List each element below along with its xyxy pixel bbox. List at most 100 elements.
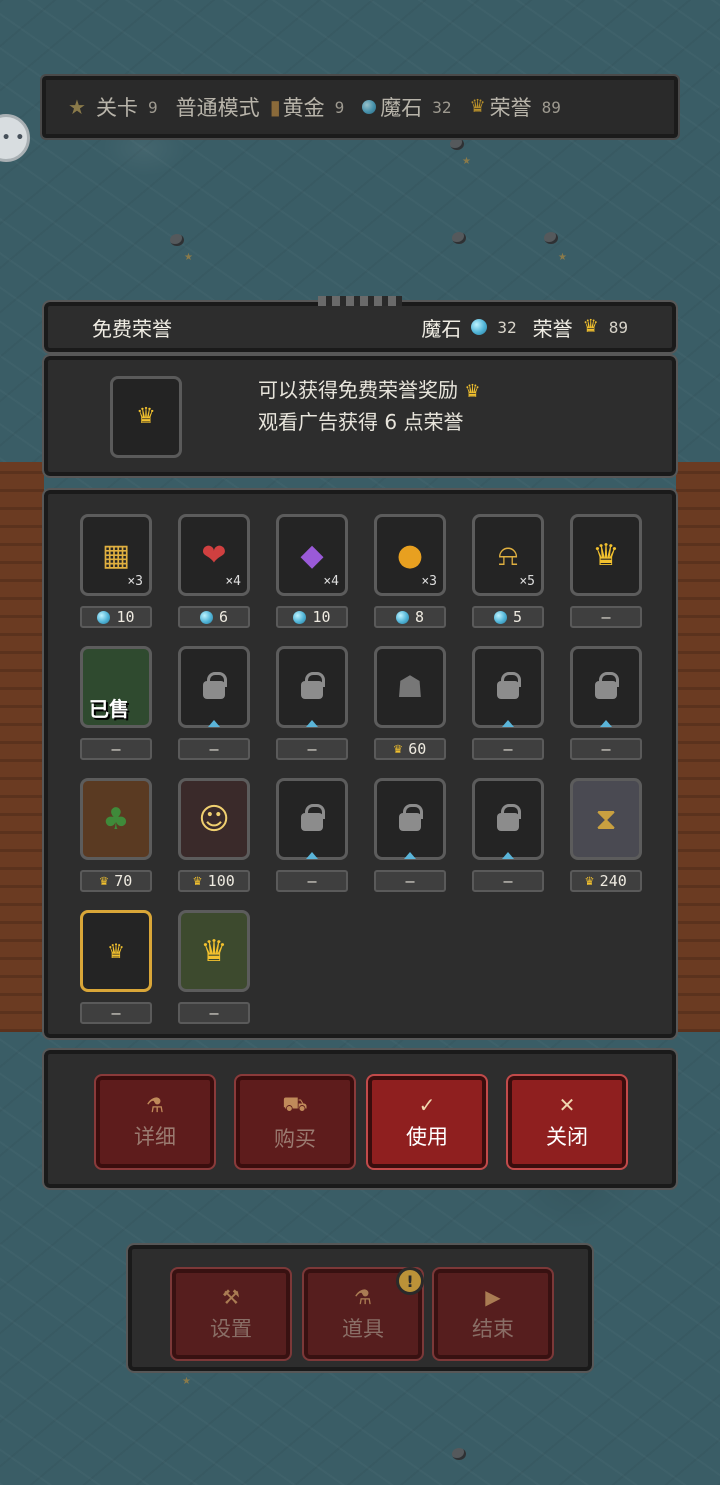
level-value: 9 xyxy=(147,97,158,117)
shop-slot[interactable]: ♣ ♛ 70 xyxy=(80,778,152,892)
slot-box[interactable]: ☗ xyxy=(374,646,446,728)
stone-value: 32 xyxy=(497,317,517,337)
shop-slot[interactable]: — xyxy=(570,646,642,760)
close-button[interactable]: ✕ 关闭 xyxy=(506,1074,628,1170)
info-line-2: 观看广告获得 6 点荣誉 xyxy=(258,410,464,434)
shop-slot[interactable]: 已售 — xyxy=(80,646,152,760)
chat-button[interactable] xyxy=(0,114,30,162)
slot-box[interactable] xyxy=(570,646,642,728)
shop-slot[interactable]: ☺ ♛ 100 xyxy=(178,778,250,892)
shop-slot[interactable]: — xyxy=(276,778,348,892)
blonde-girl-icon: ☺ xyxy=(198,801,230,837)
status-bar: ★ 关卡 9 普通模式 ▮ 黄金 9 魔石 32 ♛ 荣誉 89 xyxy=(40,74,680,140)
price-tag: ♛ 60 xyxy=(374,738,446,760)
ground-left xyxy=(0,462,44,1032)
shop-slot[interactable]: ♛ — xyxy=(80,910,152,1024)
play-icon: ▶ xyxy=(485,1285,501,1309)
slot-box[interactable] xyxy=(276,778,348,860)
slot-box[interactable]: ☺ xyxy=(178,778,250,860)
slot-box[interactable] xyxy=(472,646,544,728)
unlock-arrow-icon xyxy=(502,720,514,727)
price-value: — xyxy=(111,1004,121,1022)
gold-label: 黄金 xyxy=(282,96,325,120)
gem-icon xyxy=(471,319,488,335)
gold-bars-icon: ▦ xyxy=(101,537,131,573)
shop-slot[interactable]: — xyxy=(374,778,446,892)
shop-slot[interactable]: — xyxy=(276,646,348,760)
price-value: — xyxy=(503,872,513,890)
slot-box[interactable]: ♛ xyxy=(178,910,250,992)
price-value: 10 xyxy=(116,608,135,626)
shop-slot[interactable]: ♛ — xyxy=(178,910,250,1024)
price-tag: — xyxy=(570,738,642,760)
lock-icon xyxy=(497,804,521,831)
slot-box[interactable]: 已售 xyxy=(80,646,152,728)
shop-slot[interactable]: ▦ ×3 10 xyxy=(80,514,152,628)
price-tag: ♛ 100 xyxy=(178,870,250,892)
item-description: 可以获得免费荣誉奖励 ♛ 观看广告获得 6 点荣誉 xyxy=(258,374,481,438)
unlock-arrow-icon xyxy=(306,720,318,727)
shop-slot[interactable]: ☗ ♛ 60 xyxy=(374,646,446,760)
unlock-arrow-icon xyxy=(404,852,416,859)
shop-slot[interactable]: — xyxy=(472,646,544,760)
slot-box[interactable]: ⧗ xyxy=(570,778,642,860)
items-label: 道具 xyxy=(342,1317,384,1341)
pebble xyxy=(452,232,466,244)
price-value: 10 xyxy=(312,608,331,626)
shop-slot[interactable]: ♛ — xyxy=(570,514,642,628)
honor-counter: 荣誉 ♛ 89 xyxy=(533,313,628,342)
info-line-1: 可以获得免费荣誉奖励 xyxy=(258,378,458,402)
slot-box[interactable]: ● ×3 xyxy=(374,514,446,596)
price-tag: 6 xyxy=(178,606,250,628)
slot-box[interactable]: ⍾ ×5 xyxy=(472,514,544,596)
unlock-arrow-icon xyxy=(502,852,514,859)
slot-box[interactable]: ♣ xyxy=(80,778,152,860)
star-icon: ★ xyxy=(182,1376,191,1387)
price-value: — xyxy=(503,740,513,758)
items-button[interactable]: ⚗ 道具 ! xyxy=(302,1267,424,1361)
shop-title: 免费荣誉 xyxy=(92,316,172,341)
shop-slot[interactable]: ● ×3 8 xyxy=(374,514,446,628)
price-value: 5 xyxy=(512,608,523,626)
use-button[interactable]: ✓ 使用 xyxy=(366,1074,488,1170)
honor-value: 89 xyxy=(608,317,628,337)
slot-box[interactable] xyxy=(374,778,446,860)
price-value: 60 xyxy=(408,740,427,758)
shop-slot[interactable]: ❤ ×4 6 xyxy=(178,514,250,628)
slot-box[interactable] xyxy=(178,646,250,728)
gem-icon xyxy=(395,610,409,624)
unlock-arrow-icon xyxy=(208,720,220,727)
buy-button[interactable]: ⛟ 购买 xyxy=(234,1074,356,1170)
end-button[interactable]: ▶ 结束 xyxy=(432,1267,554,1361)
detail-button[interactable]: ⚗ 详细 xyxy=(94,1074,216,1170)
price-value: — xyxy=(111,740,121,758)
settings-button[interactable]: ⚒ 设置 xyxy=(170,1267,292,1361)
slot-box[interactable]: ▦ ×3 xyxy=(80,514,152,596)
shop-slot[interactable]: ⍾ ×5 5 xyxy=(472,514,544,628)
slot-box[interactable]: ♛ xyxy=(80,910,152,992)
lock-icon xyxy=(301,804,325,831)
price-value: — xyxy=(209,1004,219,1022)
lock-icon xyxy=(301,672,325,699)
shop-slot[interactable]: — xyxy=(472,778,544,892)
frame-ornament xyxy=(318,296,402,306)
price-value: 70 xyxy=(114,872,133,890)
shop-slot[interactable]: ◆ ×4 10 xyxy=(276,514,348,628)
shop-slot[interactable]: — xyxy=(178,646,250,760)
price-tag: — xyxy=(178,1002,250,1024)
crown-icon: ♛ xyxy=(393,741,403,757)
shop-slot[interactable]: ⧗ ♛ 240 xyxy=(570,778,642,892)
slot-box[interactable]: ♛ xyxy=(570,514,642,596)
gold-icon: ▮ xyxy=(269,95,281,119)
gold-value: 9 xyxy=(334,97,345,117)
price-tag: ♛ 70 xyxy=(80,870,152,892)
use-label: 使用 xyxy=(406,1125,448,1149)
price-tag: 10 xyxy=(276,606,348,628)
slot-box[interactable]: ◆ ×4 xyxy=(276,514,348,596)
slot-box[interactable] xyxy=(472,778,544,860)
star-icon: ★ xyxy=(184,252,193,263)
slot-box[interactable] xyxy=(276,646,348,728)
unlock-arrow-icon xyxy=(600,720,612,727)
price-value: 8 xyxy=(414,608,425,626)
slot-box[interactable]: ❤ ×4 xyxy=(178,514,250,596)
